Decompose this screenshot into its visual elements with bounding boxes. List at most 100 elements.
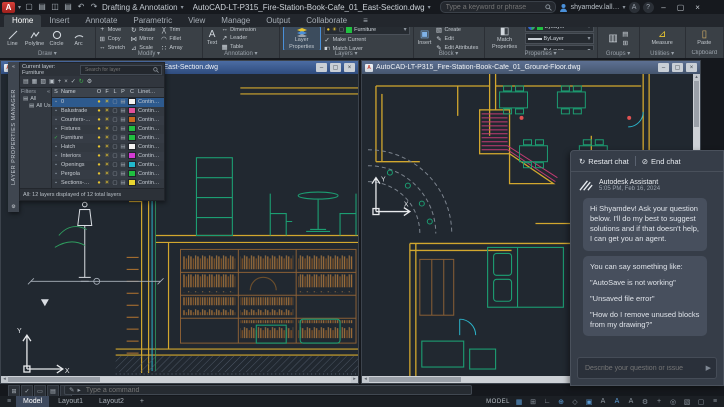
window-minimize-button[interactable]: – [316, 63, 327, 72]
annotation-scale-icon[interactable]: A [626, 398, 636, 405]
layer-properties-button[interactable]: Layer Properties [283, 27, 321, 50]
delete-layer-icon[interactable]: × [64, 79, 68, 85]
suggestion-item[interactable]: "How do I remove unused blocks from my d… [590, 310, 700, 330]
open-icon[interactable]: ▤ [37, 1, 47, 13]
make-current-tool[interactable]: ✓Make Current [324, 36, 410, 44]
tab-layout1[interactable]: Layout1 [51, 396, 90, 407]
window-maximize-button[interactable]: ▢ [672, 63, 683, 72]
object-snap-icon[interactable]: ▣ [584, 398, 594, 406]
tab-collaborate[interactable]: Collaborate [298, 15, 355, 27]
group-button[interactable]: ▥ [607, 34, 618, 44]
layer-row[interactable]: ▪Counters-… ●☀ ▢▤ Contin… [52, 116, 164, 125]
fillet-tool[interactable]: ◠Fillet [160, 35, 182, 43]
modify-panel-label[interactable]: Modify ▾ [96, 50, 202, 58]
tab-insert[interactable]: Insert [41, 15, 77, 27]
user-avatar-icon[interactable] [559, 3, 568, 12]
grid-icon[interactable]: ▦ [514, 398, 524, 406]
add-layout-button[interactable]: + [133, 396, 151, 407]
chat-input[interactable] [583, 364, 703, 373]
new-filter-icon[interactable]: ▤ [23, 78, 29, 85]
measure-button[interactable]: ⊿ Measure [650, 30, 673, 46]
workspace-gear-icon[interactable]: ⚙ [640, 398, 650, 406]
redo-icon[interactable]: ↷ [89, 1, 99, 13]
signed-in-user[interactable]: shyamdev.lall… [571, 4, 620, 11]
chat-input-field[interactable]: ▶ [577, 357, 717, 379]
command-line[interactable]: ✎ ▸ [64, 385, 472, 395]
polyline-tool[interactable]: Polyline [25, 30, 44, 47]
insert-block-button[interactable]: ▣ Insert [417, 30, 433, 46]
ribbon-options-icon[interactable]: ≡ [355, 15, 376, 27]
scroll-up-arrow[interactable]: ▴ [693, 74, 700, 81]
horizontal-scrollbar[interactable]: ◂ ▸ [1, 376, 358, 383]
customization-icon[interactable]: ≡ [710, 398, 720, 405]
tab-parametric[interactable]: Parametric [125, 15, 180, 27]
dimension-tool[interactable]: ↔Dimension [221, 27, 256, 33]
undo-icon[interactable]: ↶ [76, 1, 86, 13]
lineweight-dropdown[interactable]: ByLayer ▾ [525, 33, 594, 44]
layer-row[interactable]: ▪0 ●☀ ▢▤ Contin… [52, 98, 164, 107]
filter-all-used[interactable]: ▤All Us… [21, 102, 50, 109]
window-close-button[interactable]: × [686, 63, 697, 72]
groups-panel-label[interactable]: Groups ▾ [598, 50, 639, 58]
draw-panel-label[interactable]: Draw ▾ [0, 50, 95, 58]
color-dropdown[interactable]: ByLayer ▾ [525, 27, 594, 32]
plot-icon[interactable]: ▤ [63, 1, 73, 13]
mirror-tool[interactable]: ⋈Mirror [130, 35, 155, 43]
restart-chat-button[interactable]: ↻ Restart chat [579, 157, 629, 166]
annotation-autoscale-icon[interactable]: A [612, 398, 622, 405]
workspace-selector[interactable]: Drafting & Annotation [102, 3, 178, 12]
leader-tool[interactable]: ↗Leader [221, 34, 256, 42]
layers-panel-label[interactable]: Layers ▾ [280, 50, 413, 58]
layer-row[interactable]: ▪Balustrade ●☀ ▢▤ Contin… [52, 107, 164, 116]
isodraft-icon[interactable]: ◇ [570, 398, 580, 406]
polar-tracking-icon[interactable]: ⊕ [556, 398, 566, 406]
copy-tool[interactable]: ⊞Copy [99, 35, 125, 43]
model-space-label[interactable]: MODEL [486, 399, 510, 405]
group-edit-icon[interactable]: ⊞ [622, 39, 629, 47]
scroll-right-arrow[interactable]: ▸ [351, 376, 358, 383]
scrollbar-thumb[interactable] [8, 377, 100, 382]
window-maximize-button[interactable]: ▢ [330, 63, 341, 72]
annotation-monitor-icon[interactable]: + [654, 398, 664, 405]
scrollbar-thumb[interactable] [694, 81, 699, 127]
save-icon[interactable]: ◫ [50, 1, 60, 13]
new-layer-icon[interactable]: ▣ [49, 78, 55, 85]
trim-tool[interactable]: ╳Trim [160, 27, 182, 34]
tab-annotate[interactable]: Annotate [77, 15, 125, 27]
layer-grid-header[interactable]: S Name O F L P C Linet… [52, 88, 164, 98]
scroll-left-arrow[interactable]: ◂ [1, 376, 8, 383]
new-group-filter-icon[interactable]: ▦ [32, 78, 38, 85]
arc-tool[interactable]: Arc [69, 30, 88, 47]
tab-manage[interactable]: Manage [213, 15, 258, 27]
graphics-performance-icon[interactable]: ▧ [682, 398, 692, 406]
layer-dropdown[interactable]: ● ☀ ▢ Furniture ▾ [324, 27, 410, 35]
collapse-filters-icon[interactable]: « [47, 89, 50, 95]
layout-menu-icon[interactable]: ≡ [4, 398, 14, 405]
settings-icon[interactable]: ⚙ [87, 78, 92, 85]
layer-row[interactable]: ▪Sections-… ●☀ ▢▤ Contin… [52, 179, 164, 188]
block-panel-label[interactable]: Block ▾ [414, 50, 484, 58]
a360-icon[interactable]: A [629, 2, 640, 13]
layer-search-input[interactable] [83, 66, 153, 74]
line-tool[interactable]: Line [3, 30, 22, 47]
layer-row[interactable]: ▪Pergola ●☀ ▢▤ Contin… [52, 170, 164, 179]
add-layer-icon[interactable]: + [58, 79, 62, 85]
annotation-panel-label[interactable]: Annotation ▾ [203, 50, 279, 58]
suggestion-item[interactable]: "AutoSave is not working" [590, 278, 700, 288]
refresh-icon[interactable]: ↻ [79, 78, 84, 85]
clipboard-panel-label[interactable]: Clipboard [686, 50, 723, 58]
window-minimize-button[interactable]: – [658, 63, 669, 72]
window-title-bar[interactable]: A AutoCAD-LT-P315_Fire-Station-Book-Cafe… [362, 61, 700, 74]
help-search-field[interactable] [440, 1, 556, 13]
edit-block-tool[interactable]: ✎Edit [435, 35, 478, 43]
layer-row[interactable]: ▪Fixtures ●☀ ▢▤ Contin… [52, 125, 164, 134]
suggestion-item[interactable]: "Unsaved file error" [590, 294, 700, 304]
set-current-icon[interactable]: ✓ [71, 78, 76, 85]
layer-row[interactable]: ▪Hatch ●☀ ▢▤ Contin… [52, 143, 164, 152]
help-icon[interactable]: ? [643, 2, 654, 13]
clean-screen-icon[interactable]: ▢ [696, 398, 706, 406]
isolate-objects-icon[interactable]: ◎ [668, 398, 678, 406]
rotate-tool[interactable]: ↻Rotate [130, 27, 155, 34]
tab-model[interactable]: Model [16, 396, 49, 407]
create-block-tool[interactable]: ▧Create [435, 27, 478, 34]
